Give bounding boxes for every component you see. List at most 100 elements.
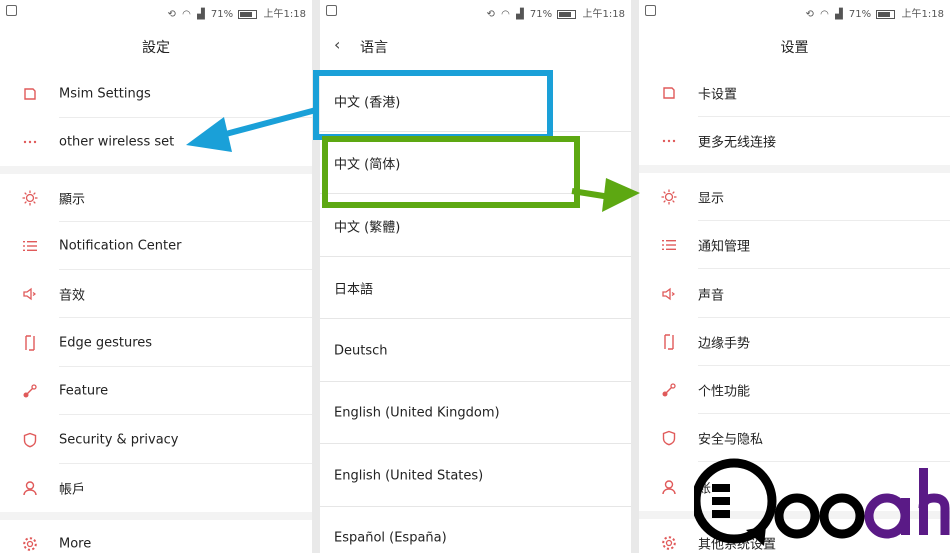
settings-panel-traditional: ⟲ ◠ ▟ 71% 上午1:18 設定 Msim Settings other …	[0, 0, 312, 553]
status-bar: ⟲ ◠ ▟ 71% 上午1:18	[0, 0, 312, 22]
language-label: English (United States)	[334, 468, 484, 484]
highlight-box-blue	[313, 70, 553, 140]
settings-item-feature[interactable]: Feature	[0, 367, 312, 415]
settings-item-notification[interactable]: 通知管理	[639, 221, 950, 269]
rotation-lock-icon: ⟲	[167, 9, 176, 20]
account-icon	[661, 479, 677, 495]
settings-item-msim[interactable]: Msim Settings	[0, 70, 312, 118]
clock: 上午1:18	[901, 9, 944, 20]
language-option[interactable]: English (United States)	[320, 445, 631, 507]
sim-card-icon	[661, 85, 677, 101]
language-label: 中文 (繁體)	[334, 220, 401, 236]
wifi-icon: ◠	[501, 9, 510, 20]
more-dots-icon	[661, 133, 677, 149]
settings-item-label: Security & privacy	[59, 432, 179, 448]
settings-item-notification[interactable]: Notification Center	[0, 222, 312, 270]
sim-card-icon	[22, 86, 38, 102]
signal-icon: ▟	[835, 9, 843, 20]
screenshot-icon	[326, 5, 337, 16]
settings-item-label: Notification Center	[59, 238, 182, 254]
settings-item-sound[interactable]: 声音	[639, 270, 950, 318]
signal-icon: ▟	[197, 9, 205, 20]
page-title: 设置	[780, 40, 809, 56]
settings-item-sound[interactable]: 音效	[0, 270, 312, 318]
speaker-icon	[22, 286, 38, 302]
settings-item-label: 通知管理	[698, 239, 751, 255]
highlight-box-green	[322, 136, 580, 208]
settings-item-label: More	[59, 536, 92, 552]
status-bar: ⟲ ◠ ▟ 71% 上午1:18	[639, 0, 950, 22]
settings-item-label: 更多无线连接	[698, 135, 777, 151]
clock: 上午1:18	[582, 9, 625, 20]
settings-item-label: 安全与隐私	[698, 432, 764, 448]
signal-icon: ▟	[516, 9, 524, 20]
page-title: 設定	[142, 40, 170, 56]
brightness-icon	[22, 190, 38, 206]
settings-item-label: 卡设置	[698, 87, 738, 103]
language-option[interactable]: English (United Kingdom)	[320, 382, 631, 444]
battery-percent: 71%	[848, 9, 872, 20]
gear-icon	[661, 535, 677, 551]
status-bar: ⟲ ◠ ▟ 71% 上午1:18	[320, 0, 631, 22]
page-title: 语言	[360, 40, 388, 56]
battery-icon	[557, 9, 577, 19]
wifi-icon: ◠	[820, 9, 829, 20]
edge-gesture-icon	[661, 334, 677, 350]
language-option[interactable]: Español (España)	[320, 507, 631, 553]
settings-item-label: 边缘手势	[698, 336, 751, 352]
language-option[interactable]: 日本語	[320, 257, 631, 319]
settings-item-edge-gestures[interactable]: Edge gestures	[0, 319, 312, 367]
speaker-icon	[661, 286, 677, 302]
gear-icon	[22, 536, 38, 552]
screenshot-icon	[645, 5, 656, 16]
battery-percent: 71%	[529, 9, 553, 20]
feature-icon	[661, 382, 677, 398]
brightness-icon	[661, 189, 677, 205]
settings-item-label: 帳戶	[59, 482, 86, 498]
settings-item-label: 顯示	[59, 192, 86, 208]
settings-item-label: other wireless set	[59, 134, 175, 150]
language-label: Español (España)	[334, 530, 447, 546]
section-divider	[639, 165, 950, 173]
section-divider	[0, 512, 312, 520]
settings-item-label: Msim Settings	[59, 86, 151, 102]
settings-item-display[interactable]: 顯示	[0, 174, 312, 222]
list-icon	[22, 238, 38, 254]
settings-item-feature[interactable]: 个性功能	[639, 366, 950, 414]
shield-icon	[661, 430, 677, 446]
feature-icon	[22, 383, 38, 399]
battery-icon	[876, 9, 896, 19]
settings-item-account[interactable]: 帳戶	[0, 464, 312, 512]
settings-item-wireless[interactable]: 更多无线连接	[639, 117, 950, 165]
settings-item-label: Edge gestures	[59, 335, 153, 351]
wifi-icon: ◠	[182, 9, 191, 20]
more-dots-icon	[22, 134, 38, 150]
rotation-lock-icon: ⟲	[486, 9, 495, 20]
rotation-lock-icon: ⟲	[805, 9, 814, 20]
settings-item-label: 显示	[698, 191, 725, 207]
list-icon	[661, 237, 677, 253]
settings-item-display[interactable]: 显示	[639, 173, 950, 221]
edge-gesture-icon	[22, 335, 38, 351]
section-divider	[0, 166, 312, 174]
settings-item-label: 个性功能	[698, 384, 751, 400]
account-icon	[22, 480, 38, 496]
shield-icon	[22, 432, 38, 448]
qooah-logo	[694, 458, 950, 546]
settings-item-wireless[interactable]: other wireless set	[0, 118, 312, 166]
settings-item-label: Feature	[59, 383, 109, 399]
settings-item-label: 声音	[698, 288, 725, 304]
language-label: English (United Kingdom)	[334, 405, 500, 421]
battery-percent: 71%	[210, 9, 234, 20]
settings-item-edge-gestures[interactable]: 边缘手势	[639, 318, 950, 366]
language-option[interactable]: Deutsch	[320, 320, 631, 382]
language-label: Deutsch	[334, 343, 388, 359]
settings-item-security[interactable]: Security & privacy	[0, 416, 312, 464]
settings-item-more[interactable]: More	[0, 520, 312, 553]
language-label: 日本語	[334, 282, 374, 298]
back-chevron-icon[interactable]: ‹	[334, 35, 340, 54]
clock: 上午1:18	[263, 9, 306, 20]
battery-icon	[238, 9, 258, 19]
settings-item-sim[interactable]: 卡设置	[639, 69, 950, 117]
settings-item-label: 音效	[59, 288, 86, 304]
